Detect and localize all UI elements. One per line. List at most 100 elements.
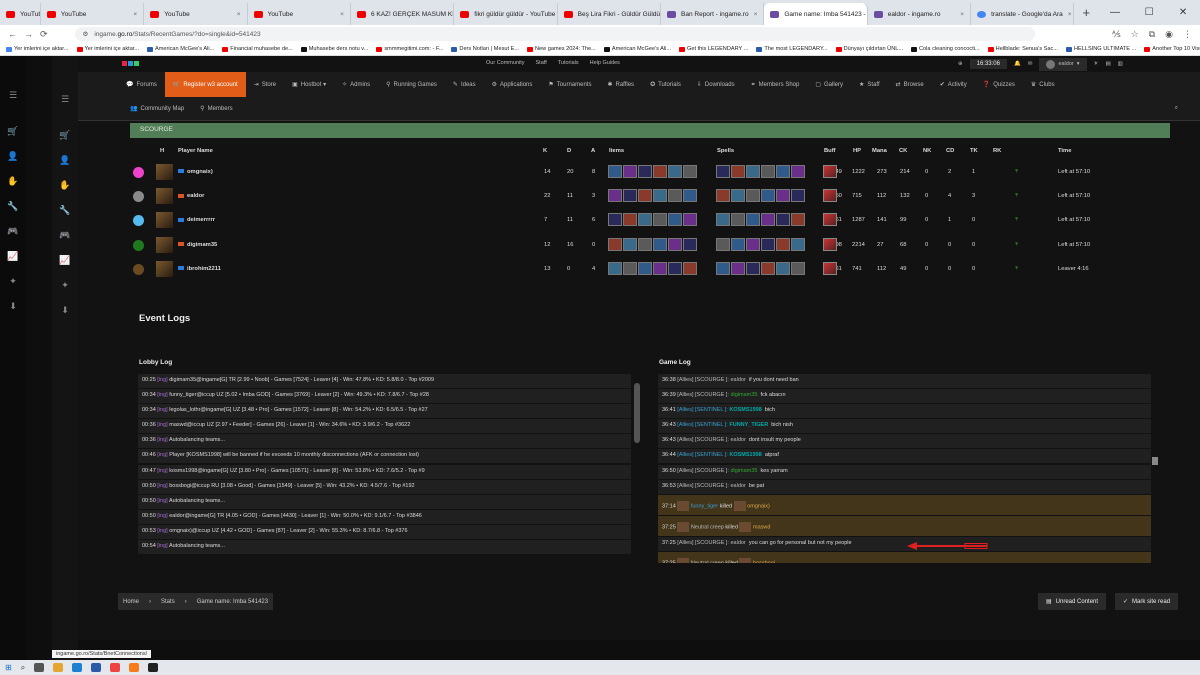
spell-icon[interactable] bbox=[746, 213, 760, 227]
player-row[interactable]: ibrohim22111304146174111249000Leaver 4:1… bbox=[130, 258, 1170, 282]
buff-icon[interactable] bbox=[823, 165, 837, 178]
user-icon[interactable]: 👤 bbox=[0, 151, 26, 162]
item-slot-icon[interactable] bbox=[653, 189, 667, 203]
spell-icon[interactable] bbox=[791, 165, 805, 178]
item-slot-icon[interactable] bbox=[608, 261, 622, 275]
bookmark-item[interactable]: Dünyayı çıldırtan ÜNL... bbox=[835, 46, 903, 52]
tab-youtube-outer[interactable]: YouTube bbox=[0, 3, 41, 25]
spell-icon[interactable] bbox=[731, 165, 745, 178]
item-slot-icon[interactable] bbox=[653, 237, 667, 251]
hand-icon[interactable]: ✋ bbox=[0, 176, 26, 187]
cart-icon[interactable]: 🛒 bbox=[0, 126, 26, 137]
close-window-icon[interactable]: ✕ bbox=[1166, 7, 1200, 18]
spell-icon[interactable] bbox=[746, 261, 760, 275]
bookmark-item[interactable]: American McGee's Ali... bbox=[147, 46, 214, 52]
spell-icon[interactable] bbox=[761, 237, 775, 251]
browser-tab[interactable]: 6 KAZ! GERÇEK MASUM KİMİ? |× bbox=[351, 3, 455, 25]
browser-tab[interactable]: fikri güldür güldür - YouTube× bbox=[454, 3, 558, 25]
buff-icon[interactable] bbox=[823, 261, 837, 275]
bookmark-item[interactable]: American McGee's Ali... bbox=[603, 46, 671, 52]
spell-icon[interactable] bbox=[761, 261, 775, 275]
site-logo[interactable] bbox=[122, 61, 139, 66]
gamepad-icon[interactable]: 🎮 bbox=[52, 230, 78, 241]
word-icon[interactable] bbox=[91, 663, 102, 672]
bookmark-item[interactable]: Ders Notları | Mesut E... bbox=[451, 46, 519, 52]
spell-icon[interactable] bbox=[716, 213, 730, 227]
windows-start-icon[interactable]: ⊞ bbox=[5, 663, 12, 672]
buff-icon[interactable] bbox=[823, 213, 837, 227]
item-slot-icon[interactable] bbox=[668, 261, 682, 275]
chart-icon[interactable]: 📈 bbox=[52, 255, 78, 266]
nav-activity[interactable]: ✔ Activity bbox=[932, 72, 975, 97]
spell-icon[interactable] bbox=[716, 261, 730, 275]
bookmark-item[interactable]: Financial muhasebe de... bbox=[222, 46, 293, 52]
minimize-icon[interactable]: — bbox=[1098, 7, 1132, 18]
hero-portrait[interactable] bbox=[156, 260, 173, 277]
bookmark-item[interactable]: Hellblade: Senua's Sac... bbox=[987, 46, 1058, 52]
messages-icon[interactable]: ✉ bbox=[1028, 61, 1033, 67]
top-link[interactable]: Help Guides bbox=[590, 60, 620, 66]
bookmark-item[interactable]: The most LEGENDARY... bbox=[756, 46, 828, 52]
player-row[interactable]: deimerrrrr71161461128714199010Left at 57… bbox=[130, 209, 1170, 233]
hamburger-icon[interactable]: ☰ bbox=[52, 94, 78, 105]
profile-icon[interactable]: ◉ bbox=[1165, 29, 1173, 40]
spell-icon[interactable] bbox=[776, 189, 790, 203]
item-slot-icon[interactable] bbox=[683, 213, 697, 227]
nav-gallery[interactable]: ▢ Gallery bbox=[807, 72, 851, 97]
item-slot-icon[interactable] bbox=[683, 261, 697, 275]
player-name[interactable]: deimerrrrr bbox=[187, 217, 215, 223]
player-name[interactable]: digimam35 bbox=[187, 242, 217, 248]
browser-tab[interactable]: YouTube × bbox=[41, 3, 145, 25]
buff-icon[interactable] bbox=[823, 237, 837, 251]
download-icon[interactable]: ⬇ bbox=[52, 305, 78, 316]
top-link[interactable]: Our Community bbox=[486, 60, 525, 66]
spell-icon[interactable] bbox=[776, 165, 790, 178]
browser-tab[interactable]: translate - Google'da Ara × bbox=[971, 3, 1075, 25]
bookmark-item[interactable]: Yer imlerini içe aktar... bbox=[76, 46, 139, 52]
close-icon[interactable]: × bbox=[960, 11, 964, 18]
close-icon[interactable]: × bbox=[754, 11, 758, 18]
nav-downloads[interactable]: ⇩ Downloads bbox=[689, 72, 743, 97]
bookmark-item[interactable]: New games 2024: The... bbox=[527, 46, 596, 52]
download-icon[interactable]: ⬇ bbox=[0, 301, 26, 312]
user-icon[interactable]: 👤 bbox=[52, 155, 78, 166]
item-slot-icon[interactable] bbox=[668, 213, 682, 227]
add-icon[interactable]: ⊕ bbox=[958, 61, 963, 67]
extensions-icon[interactable]: ⧉ bbox=[1149, 29, 1155, 40]
mark-site-read-button[interactable]: ✓ Mark site read bbox=[1115, 593, 1179, 610]
nav-running-games[interactable]: ⚲ Running Games bbox=[378, 72, 445, 97]
item-slot-icon[interactable] bbox=[668, 237, 682, 251]
item-slot-icon[interactable] bbox=[638, 189, 652, 203]
browser-tab[interactable]: ealdor - ingame.ro × bbox=[868, 3, 972, 25]
nav-raffles[interactable]: ✱ Raffles bbox=[599, 72, 642, 97]
breadcrumb-home[interactable]: Home bbox=[118, 599, 144, 605]
spell-icon[interactable] bbox=[761, 213, 775, 227]
translate-icon[interactable]: ⅍ bbox=[1112, 29, 1121, 40]
theme-sun-icon[interactable]: ☀ bbox=[1094, 61, 1099, 67]
flag-ro-icon[interactable]: ▥ bbox=[1118, 61, 1123, 67]
back-icon[interactable]: ← bbox=[8, 29, 17, 39]
close-icon[interactable]: × bbox=[340, 11, 344, 18]
spell-icon[interactable] bbox=[716, 189, 730, 203]
player-row[interactable]: digimam3512160469822142768000Left at 57:… bbox=[130, 234, 1170, 258]
item-slot-icon[interactable] bbox=[608, 189, 622, 203]
item-slot-icon[interactable] bbox=[623, 237, 637, 251]
flag-us-icon[interactable]: ▤ bbox=[1105, 61, 1110, 67]
forward-icon[interactable]: → bbox=[24, 29, 33, 39]
top-link[interactable]: Staff bbox=[536, 60, 547, 66]
player-name[interactable]: ealdor bbox=[187, 193, 204, 199]
bookmark-item[interactable]: Cola cleaning concocti... bbox=[911, 46, 980, 52]
spell-icon[interactable] bbox=[746, 237, 760, 251]
new-tab-button[interactable]: + bbox=[1074, 3, 1098, 25]
browser-tab[interactable]: YouTube × bbox=[144, 3, 248, 25]
nav-tutorials[interactable]: ✪ Tutorials bbox=[642, 72, 689, 97]
spell-icon[interactable] bbox=[731, 261, 745, 275]
player-row[interactable]: ealdor221134450715112132043Left at 57:10… bbox=[130, 185, 1170, 209]
player-name[interactable]: ibrohim2211 bbox=[187, 266, 221, 272]
edge-icon[interactable] bbox=[72, 663, 83, 672]
browser-tab[interactable]: Ban Report - ingame.ro × bbox=[661, 3, 765, 25]
spell-icon[interactable] bbox=[791, 261, 805, 275]
spell-icon[interactable] bbox=[731, 237, 745, 251]
browser-tab[interactable]: YouTube × bbox=[248, 3, 351, 25]
nav-ideas[interactable]: ✎ Ideas bbox=[445, 72, 484, 97]
